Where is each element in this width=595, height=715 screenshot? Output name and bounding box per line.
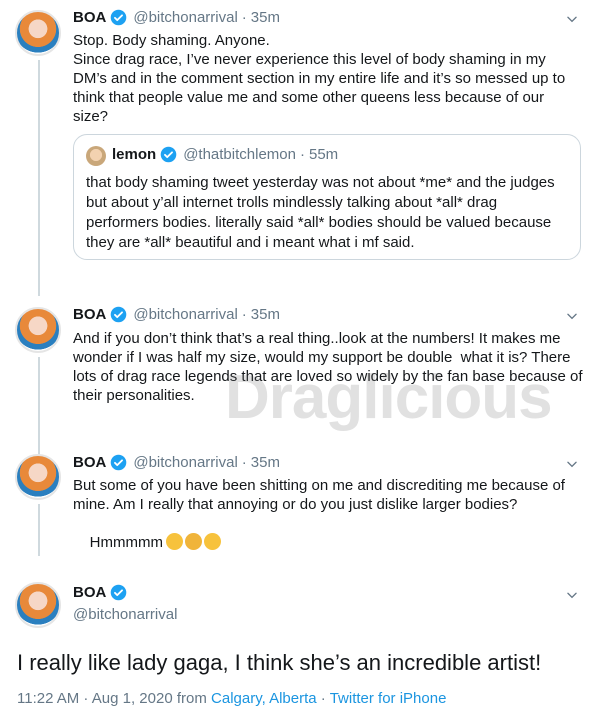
verified-badge-icon [111,454,127,471]
chevron-down-icon[interactable] [565,588,579,602]
tweet-text: Stop. Body shaming. Anyone. Since drag r… [73,32,566,125]
thread-line [38,60,40,296]
quoted-tweet[interactable]: lemon @thatbitchlemon · 55m that body sh… [73,134,581,260]
watermark: Draglicious [225,363,553,432]
author-handle[interactable]: @bitchonarrival [133,9,237,26]
tweet-time[interactable]: 35m [251,9,280,26]
main-avatar[interactable] [15,582,61,628]
main-author-name[interactable]: BOA [73,584,106,601]
author-name[interactable]: BOA [73,306,106,323]
tweet-time[interactable]: 35m [251,306,280,323]
chevron-down-icon[interactable] [565,309,579,323]
tweet-text: But some of you have been shitting on me… [73,477,570,513]
tweet-text-hmm: Hmmmmm [89,534,163,551]
client-link[interactable]: Twitter for iPhone [330,690,447,707]
hugging-face-emoji-icon [184,533,202,550]
verified-badge-icon [111,9,127,26]
avatar[interactable] [15,10,61,56]
quote-time[interactable]: 55m [309,146,338,163]
tweet-1[interactable]: BOA @bitchonarrival · 35m Stop. Body sha… [0,0,595,296]
thread-line [38,504,40,556]
dot-separator: · [299,146,305,163]
woozy-face-emoji-icon [165,533,183,550]
tweet-text-end: Hmmmmm [73,514,583,571]
verified-badge-icon [111,306,127,323]
author-name[interactable]: BOA [73,454,106,471]
author-handle[interactable]: @bitchonarrival [133,454,237,471]
tweet-3[interactable]: BOA @bitchonarrival · 35m But some of yo… [0,448,595,568]
main-author-handle[interactable]: @bitchonarrival [73,606,177,623]
author-name[interactable]: BOA [73,9,106,26]
tweet-meta: 11:22 AM · Aug 1, 2020 from Calgary, Alb… [17,690,446,707]
dot-separator: · [241,454,247,471]
verified-badge-icon [160,146,177,163]
meta-separator: · [316,690,330,707]
quote-avatar[interactable] [86,146,106,166]
quote-author-name[interactable]: lemon [112,146,156,163]
author-handle[interactable]: @bitchonarrival [133,306,237,323]
timestamp[interactable]: 11:22 AM · Aug 1, 2020 from [17,690,211,707]
main-tweet-text: I really like lady gaga, I think she’s a… [17,650,542,675]
chevron-down-icon[interactable] [565,457,579,471]
tweet-time[interactable]: 35m [251,454,280,471]
dot-separator: · [241,306,247,323]
avatar[interactable] [15,307,61,353]
chevron-down-icon[interactable] [565,12,579,26]
thinking-face-emoji-icon [203,533,221,550]
verified-badge-icon [111,584,127,601]
quote-author-handle[interactable]: @thatbitchlemon [183,146,296,163]
thread-line [38,357,40,457]
avatar[interactable] [15,454,61,500]
location-link[interactable]: Calgary, Alberta [211,690,317,707]
quote-text: that body shaming tweet yesterday was no… [86,174,555,251]
dot-separator: · [241,9,247,26]
